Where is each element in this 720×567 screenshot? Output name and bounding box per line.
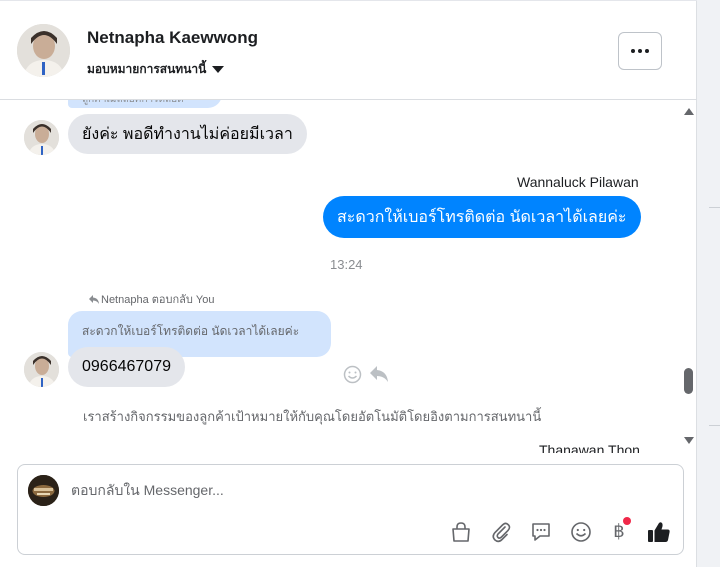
baht-payment-icon[interactable]: ฿ <box>607 517 631 544</box>
saved-reply-icon[interactable] <box>529 520 553 544</box>
quoted-message-cut: ลูกค้าเมลลอคการตลอด <box>68 100 222 108</box>
right-side-panel-edge <box>697 0 720 567</box>
assign-label: มอบหมายการสนทนานี้ <box>87 62 207 76</box>
sender-name: Wannaluck Pilawan <box>517 174 639 190</box>
system-note: เราสร้างกิจกรรมของลูกค้าเป้าหมายให้กับคุ… <box>83 409 542 424</box>
sender-name: Thanawan Thon <box>539 442 640 453</box>
contact-avatar-small <box>24 120 59 155</box>
contact-avatar-small <box>24 352 59 387</box>
incoming-message[interactable]: 0966467079 <box>68 347 185 387</box>
reply-meta: Netnapha ตอบกลับ You <box>89 290 215 308</box>
page-avatar <box>28 475 59 506</box>
reply-small-icon <box>89 294 99 304</box>
scroll-down-arrow[interactable] <box>684 437 694 444</box>
reply-input[interactable] <box>71 479 671 501</box>
assign-conversation-dropdown[interactable]: มอบหมายการสนทนานี้ <box>87 60 225 79</box>
contact-name[interactable]: Netnapha Kaewwong <box>87 28 258 48</box>
notification-dot <box>623 517 631 525</box>
conversation-panel: Netnapha Kaewwong มอบหมายการสนทนานี้ ลูก… <box>0 0 697 567</box>
contact-avatar[interactable] <box>17 24 70 77</box>
message-thread: ลูกค้าเมลลอคการตลอด ยังค่ะ พอดีทำงานไม่ค… <box>0 100 697 453</box>
incoming-message[interactable]: ยังค่ะ พอดีทำงานไม่ค่อยมีเวลา <box>68 114 307 154</box>
caret-down-icon <box>212 66 225 73</box>
shopping-bag-icon[interactable] <box>449 520 473 544</box>
more-icon <box>631 49 635 53</box>
message-composer: ฿ <box>17 464 684 555</box>
scroll-up-arrow[interactable] <box>684 108 694 115</box>
smile-react-icon[interactable] <box>343 365 362 389</box>
reply-arrow-icon[interactable] <box>369 365 389 388</box>
conversation-header: Netnapha Kaewwong มอบหมายการสนทนานี้ <box>0 0 697 100</box>
more-options-button[interactable] <box>618 32 662 70</box>
scrollbar-thumb[interactable] <box>684 368 693 394</box>
paperclip-icon[interactable] <box>489 520 513 544</box>
thumbs-up-icon[interactable] <box>647 520 671 544</box>
emoji-icon[interactable] <box>569 520 593 544</box>
message-timestamp: 13:24 <box>330 257 363 272</box>
outgoing-message[interactable]: สะดวกให้เบอร์โทรติดต่อ นัดเวลาได้เลยค่ะ <box>323 196 641 238</box>
